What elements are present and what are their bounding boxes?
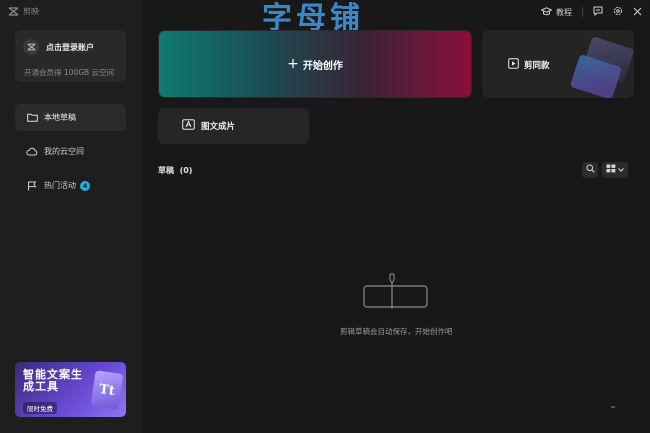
account-card[interactable]: 点击登录账户 开通会员得 100GB 云空间 bbox=[15, 30, 126, 82]
feedback-icon[interactable] bbox=[593, 6, 603, 18]
sidebar-item-label: 热门活动 bbox=[44, 181, 76, 190]
drafts-header: 草稿 (0) bbox=[158, 165, 192, 176]
app-title: 剪映 bbox=[8, 6, 39, 17]
promo-banner[interactable]: 智能文案生成工具 限时免费 Tt bbox=[15, 362, 126, 417]
window-topbar: 教程 bbox=[540, 0, 650, 24]
drafts-count: (0) bbox=[179, 166, 193, 175]
template-label-group: 剪同款 bbox=[508, 58, 550, 72]
drafts-title: 草稿 bbox=[158, 166, 174, 175]
close-icon[interactable] bbox=[633, 7, 642, 18]
member-offer-text[interactable]: 开通会员得 100GB 云空间 bbox=[24, 67, 114, 78]
sidebar-item-cloud-space[interactable]: 我的云空间 bbox=[15, 138, 126, 165]
sidebar: 剪映 点击登录账户 开通会员得 100GB 云空间 本地草稿 我的云空间 热门活… bbox=[0, 0, 143, 433]
app-logo-icon bbox=[8, 7, 19, 16]
video-template-icon bbox=[508, 58, 519, 72]
start-creating-label: 开始创作 bbox=[302, 60, 343, 72]
sidebar-item-label: 本地草稿 bbox=[44, 113, 76, 122]
image-text-video-button[interactable]: 图文成片 bbox=[158, 108, 309, 144]
cloud-icon bbox=[26, 146, 38, 158]
image-text-label: 图文成片 bbox=[201, 122, 236, 132]
view-mode-dropdown[interactable] bbox=[602, 162, 628, 178]
resize-handle[interactable] bbox=[611, 406, 615, 408]
template-button[interactable]: 剪同款 bbox=[482, 30, 634, 98]
text-tool-icon: Tt bbox=[90, 370, 124, 410]
sidebar-item-local-drafts[interactable]: 本地草稿 bbox=[15, 104, 126, 131]
flag-icon bbox=[26, 180, 38, 192]
app-title-text: 剪映 bbox=[23, 7, 39, 16]
avatar bbox=[23, 39, 39, 55]
drafts-toolbar bbox=[582, 162, 628, 178]
image-text-icon bbox=[182, 119, 195, 133]
tutorial-label: 教程 bbox=[556, 7, 572, 17]
tutorial-button[interactable]: 教程 bbox=[540, 6, 572, 18]
empty-drafts-message: 剪辑草稿会自动保存，开始创作吧 bbox=[340, 327, 453, 336]
promo-title: 智能文案生成工具 bbox=[23, 368, 83, 393]
plus-icon: + bbox=[287, 56, 299, 72]
chevron-down-icon bbox=[618, 165, 624, 175]
start-creating-button[interactable]: + 开始创作 bbox=[158, 30, 472, 98]
sidebar-nav: 本地草稿 我的云空间 热门活动 4 bbox=[15, 104, 126, 206]
grid-view-icon bbox=[606, 164, 616, 176]
promo-button[interactable]: 限时免费 bbox=[23, 402, 57, 414]
sidebar-item-label: 我的云空间 bbox=[44, 147, 84, 156]
template-label: 剪同款 bbox=[524, 61, 550, 71]
notification-badge: 4 bbox=[80, 180, 90, 191]
search-icon bbox=[586, 164, 595, 176]
sidebar-item-hot-events[interactable]: 热门活动 4 bbox=[15, 172, 126, 199]
login-link[interactable]: 点击登录账户 bbox=[46, 42, 94, 53]
gear-icon[interactable] bbox=[613, 6, 623, 18]
topbar-divider bbox=[582, 7, 583, 17]
folder-icon bbox=[26, 112, 38, 124]
graduation-cap-icon bbox=[540, 6, 553, 18]
empty-drafts-icon bbox=[363, 270, 429, 313]
search-button[interactable] bbox=[582, 162, 598, 178]
